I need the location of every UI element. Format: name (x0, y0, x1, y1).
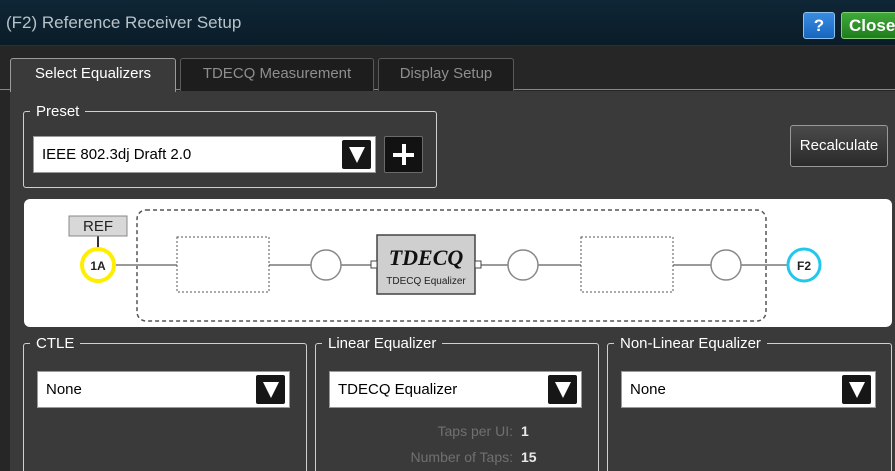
tdecq-block-port (370, 260, 378, 269)
window-title: (F2) Reference Receiver Setup (6, 13, 242, 32)
number-of-taps-label: Number of Taps: (410, 449, 513, 465)
taps-per-ui-label: Taps per UI: (437, 423, 513, 439)
linear-equalizer-legend: Linear Equalizer (328, 335, 437, 352)
source-node-label: 1A (90, 259, 106, 273)
tab-select-equalizers[interactable]: Select Equalizers (10, 58, 176, 92)
nonlinear-equalizer-dropdown[interactable]: None (621, 371, 876, 408)
help-button[interactable]: ? (803, 12, 835, 39)
preset-value: IEEE 802.3dj Draft 2.0 (42, 146, 192, 163)
ctle-dropdown[interactable]: None (37, 371, 290, 408)
junction-node (310, 249, 342, 281)
tab-strip: Select Equalizers TDECQ Measurement Disp… (0, 46, 895, 92)
junction-node (710, 249, 742, 281)
taps-per-ui-value: 1 (521, 423, 529, 439)
empty-slot-ctle (176, 236, 270, 293)
junction-node (507, 249, 539, 281)
nonlinear-equalizer-value: None (630, 381, 666, 398)
tdecq-block-subtitle: TDECQ Equalizer (386, 276, 466, 287)
chevron-down-icon (256, 375, 285, 404)
chevron-down-icon (548, 375, 577, 404)
title-bar: (F2) Reference Receiver Setup ? Close (0, 0, 895, 46)
number-of-taps-value: 15 (521, 449, 537, 465)
destination-node-label: F2 (797, 259, 811, 273)
preset-dropdown[interactable]: IEEE 802.3dj Draft 2.0 (33, 136, 376, 173)
add-preset-button[interactable] (384, 136, 423, 173)
chevron-down-icon (342, 140, 371, 169)
linear-equalizer-value: TDECQ Equalizer (338, 381, 458, 398)
nonlinear-equalizer-legend: Non-Linear Equalizer (620, 335, 761, 352)
linear-equalizer-dropdown[interactable]: TDECQ Equalizer (329, 371, 582, 408)
tab-tdecq-measurement[interactable]: TDECQ Measurement (180, 58, 374, 91)
tdecq-block-port (474, 260, 482, 269)
chevron-down-icon (842, 375, 871, 404)
empty-slot-nonlinear (580, 236, 674, 293)
preset-legend: Preset (36, 103, 80, 120)
tdecq-block-title: TDECQ (389, 245, 464, 270)
tab-display-setup[interactable]: Display Setup (378, 58, 514, 91)
ctle-value: None (46, 381, 82, 398)
recalculate-button[interactable]: Recalculate (790, 125, 888, 167)
ctle-legend: CTLE (36, 335, 75, 352)
ref-label: REF (83, 218, 113, 235)
close-button[interactable]: Close (841, 12, 895, 39)
signal-path-diagram: REF 1A TDECQ TDECQ Equalizer F2 (24, 199, 892, 327)
